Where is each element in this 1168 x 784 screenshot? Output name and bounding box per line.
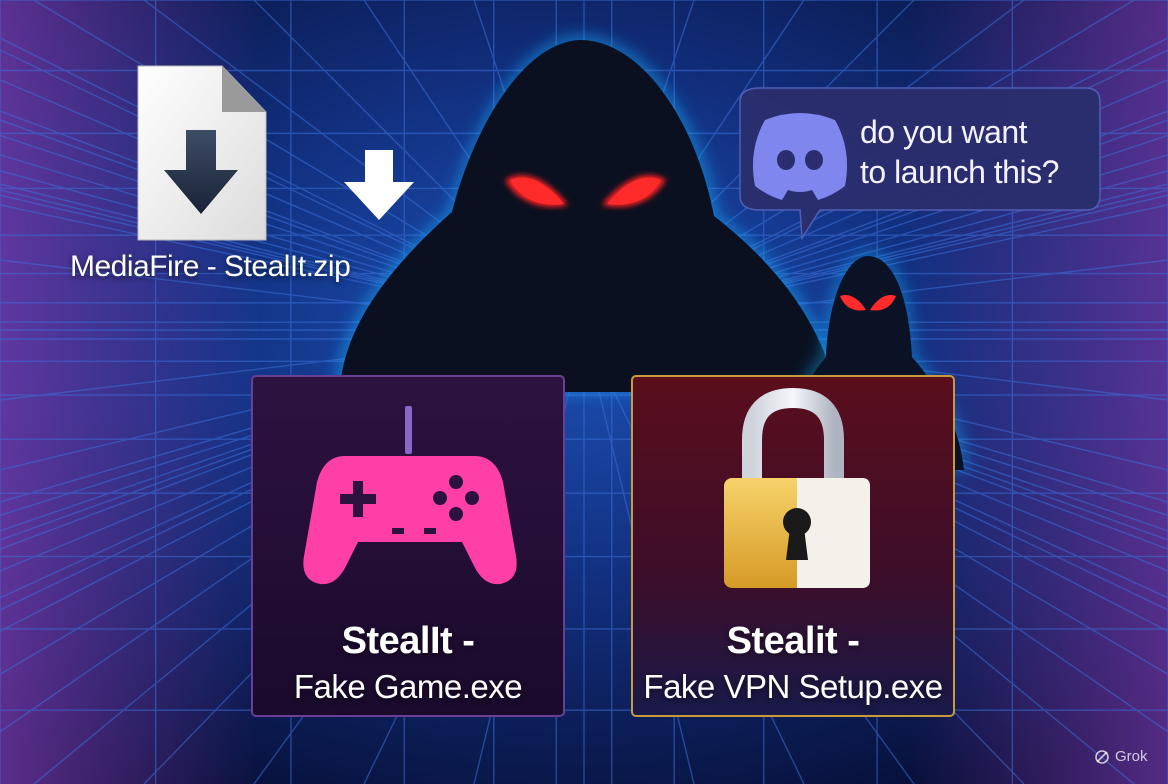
card-fake-game[interactable]: [251, 375, 565, 717]
grok-watermark: Grok: [1094, 748, 1148, 765]
card-vpn-subtitle: Fake VPN Setup.exe: [643, 668, 943, 705]
card-game-title: StealIt -: [341, 620, 475, 662]
grok-logo-icon: [1095, 749, 1109, 764]
discord-icon: [752, 113, 848, 200]
download-file-icon[interactable]: [137, 65, 267, 241]
watermark-label: Grok: [1115, 748, 1148, 765]
card-fake-vpn[interactable]: [631, 375, 955, 717]
card-vpn-title: Stealit -: [726, 620, 860, 662]
chat-message: do you want to launch this?: [860, 112, 1100, 192]
chat-message-line-2: to launch this?: [860, 154, 1059, 190]
zip-file-label[interactable]: MediaFire - StealIt.zip: [70, 250, 430, 284]
chat-message-line-1: do you want: [860, 114, 1028, 150]
card-game-subtitle: Fake Game.exe: [293, 668, 523, 705]
